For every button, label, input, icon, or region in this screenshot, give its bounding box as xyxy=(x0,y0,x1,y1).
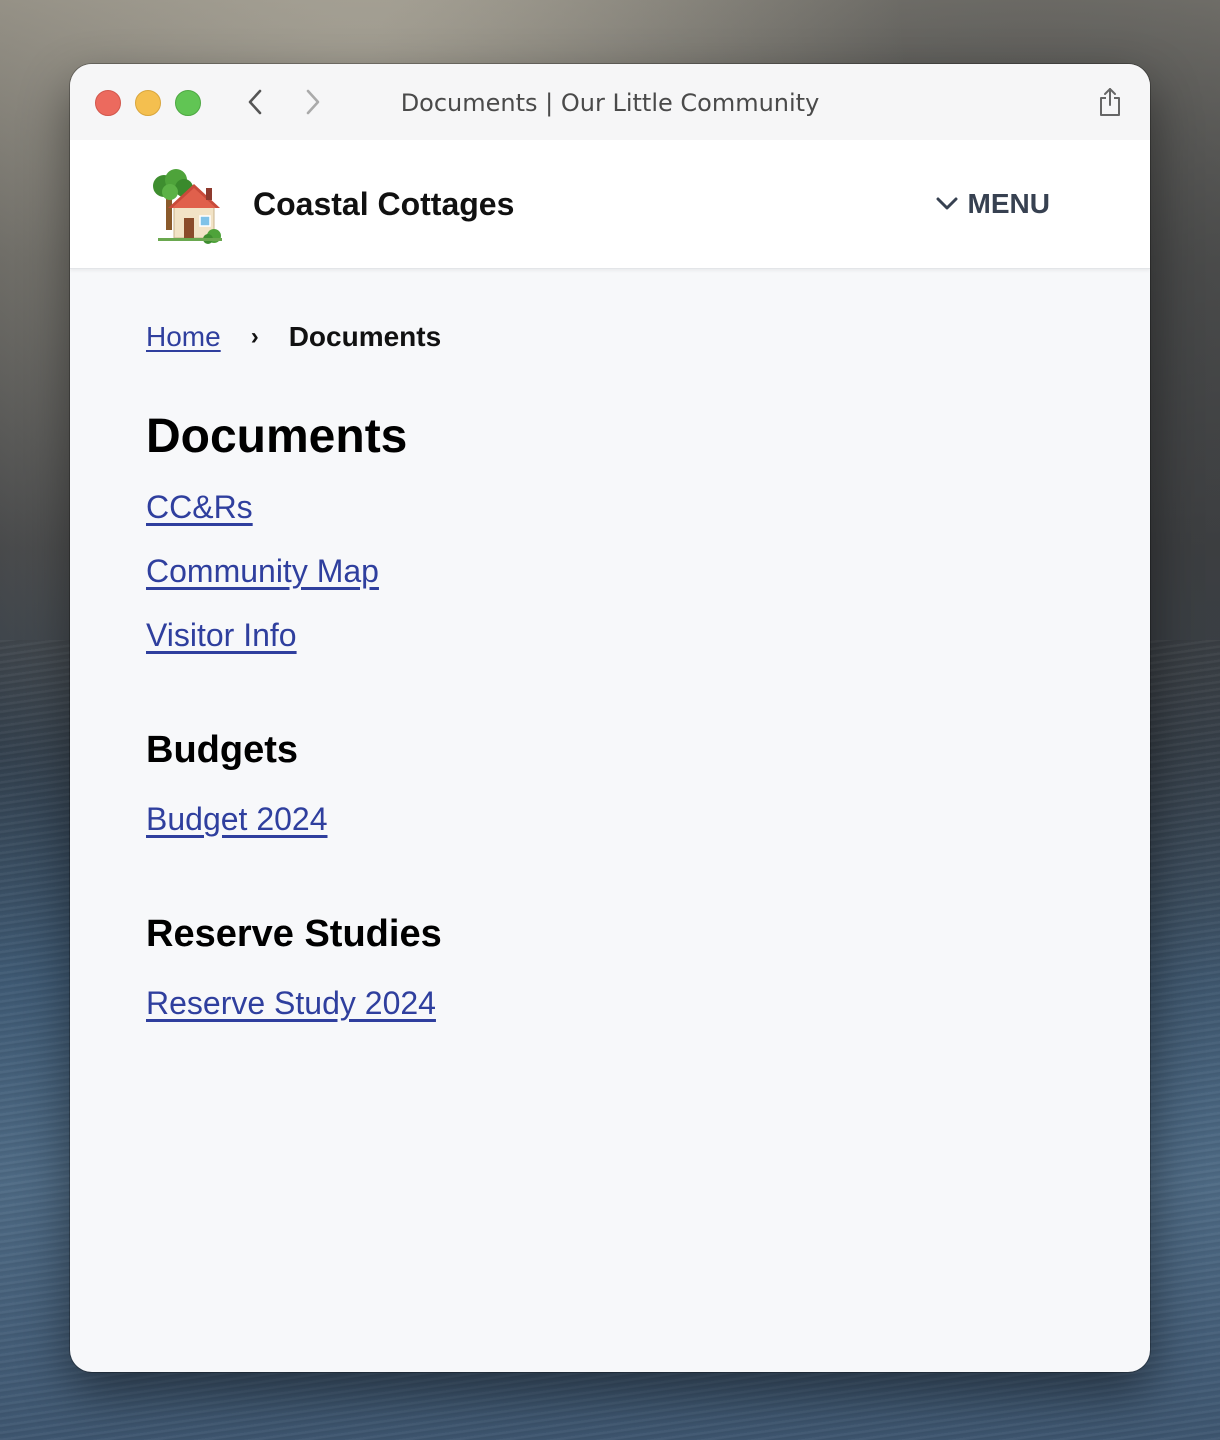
site-name[interactable]: Coastal Cottages xyxy=(253,184,514,224)
breadcrumb: Home › Documents xyxy=(146,319,441,355)
minimize-window-button[interactable] xyxy=(135,90,161,116)
section-title-budgets: Budgets xyxy=(146,729,298,771)
document-link-budget-2024[interactable]: Budget 2024 xyxy=(146,799,328,839)
share-button[interactable] xyxy=(1094,84,1126,120)
breadcrumb-separator: › xyxy=(250,323,259,350)
back-button[interactable] xyxy=(240,86,270,118)
share-icon xyxy=(1100,88,1120,116)
house-with-garden-icon[interactable] xyxy=(148,166,228,246)
chevron-down-icon xyxy=(936,197,958,210)
close-window-button[interactable] xyxy=(95,90,121,116)
document-link-reserve-study-2024[interactable]: Reserve Study 2024 xyxy=(146,983,436,1023)
site-header: Coastal Cottages MENU xyxy=(70,140,1150,269)
breadcrumb-current: Documents xyxy=(288,321,442,352)
document-link-community-map[interactable]: Community Map xyxy=(146,551,379,591)
menu-button[interactable]: MENU xyxy=(936,184,1050,224)
chevron-left-icon xyxy=(248,89,262,115)
title-bar: Documents | Our Little Community xyxy=(70,64,1150,140)
menu-label: MENU xyxy=(967,188,1050,219)
section-title-reserve-studies: Reserve Studies xyxy=(146,913,442,955)
page-title: Documents xyxy=(146,410,408,463)
browser-window: Documents | Our Little Community Coastal… xyxy=(70,64,1150,1372)
maximize-window-button[interactable] xyxy=(175,90,201,116)
chevron-right-icon xyxy=(306,89,320,115)
document-link-visitor-info[interactable]: Visitor Info xyxy=(146,615,297,655)
document-link-ccrs[interactable]: CC&Rs xyxy=(146,487,253,527)
window-title: Documents | Our Little Community xyxy=(400,89,820,117)
breadcrumb-home-link[interactable]: Home xyxy=(146,319,221,355)
forward-button[interactable] xyxy=(298,86,328,118)
